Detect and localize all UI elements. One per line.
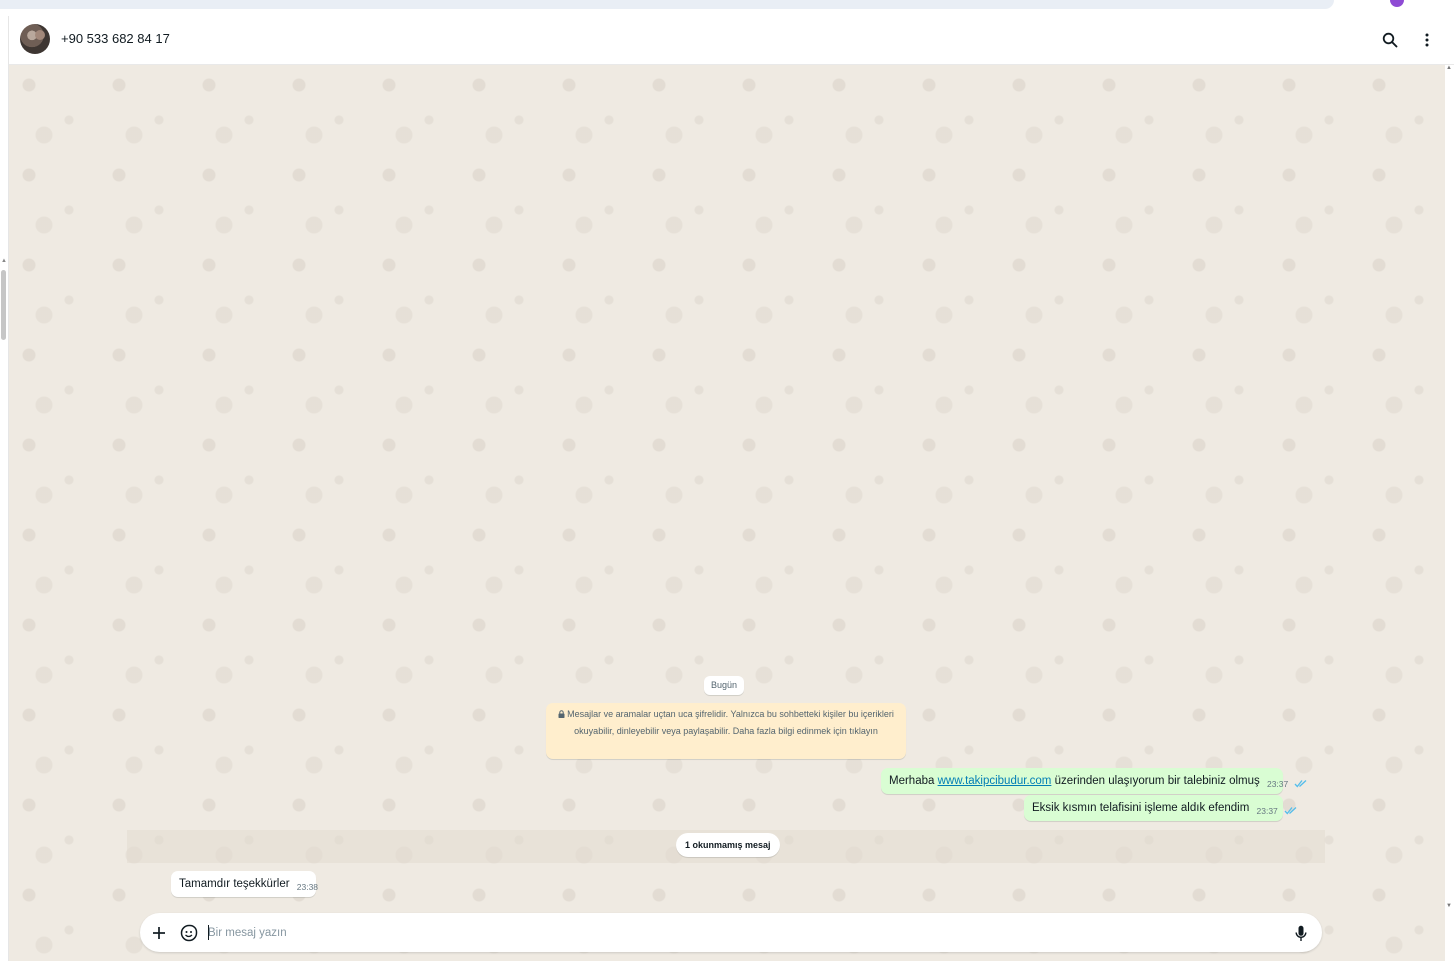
chat-header: +90 533 682 84 17: [9, 16, 1454, 65]
message-bubble-outgoing[interactable]: Eksik kısmın telafisini işleme aldık efe…: [1024, 795, 1297, 821]
message-text: Merhaba: [889, 775, 938, 787]
encryption-notice[interactable]: Mesajlar ve aramalar uçtan uca şifrelidi…: [546, 703, 906, 759]
plus-icon[interactable]: [148, 922, 170, 944]
browser-tab-bar: [0, 0, 1334, 9]
message-composer: [140, 913, 1322, 952]
scroll-up-arrow-icon[interactable]: ▲: [1, 258, 7, 264]
text-caret: [208, 925, 209, 940]
scroll-down-arrow-icon[interactable]: ▼: [1446, 903, 1452, 909]
right-scrollbar[interactable]: ▲ ▼: [1445, 65, 1454, 961]
lock-icon: [558, 707, 565, 723]
profile-badge[interactable]: [1390, 0, 1404, 7]
message-text: Eksik kısmın telafisini işleme aldık efe…: [1032, 802, 1250, 814]
search-icon[interactable]: [1379, 29, 1401, 51]
chat-message-area[interactable]: Bugün Mesajlar ve aramalar uçtan uca şif…: [9, 65, 1445, 961]
avatar[interactable]: [20, 24, 50, 54]
contact-name[interactable]: +90 533 682 84 17: [61, 31, 170, 46]
more-vertical-icon[interactable]: [1416, 29, 1438, 51]
left-scrollbar[interactable]: ▲: [0, 16, 9, 961]
encryption-notice-text: Mesajlar ve aramalar uçtan uca şifrelidi…: [567, 709, 894, 736]
message-bubble-outgoing[interactable]: Merhaba www.takipcibudur.com üzerinden u…: [881, 768, 1307, 794]
date-divider: Bugün: [704, 676, 745, 695]
scroll-up-arrow-icon[interactable]: ▲: [1446, 65, 1452, 71]
browser-top-strip: [0, 0, 1454, 16]
message-time: 23:38: [296, 882, 319, 892]
message-link[interactable]: www.takipcibudur.com: [938, 775, 1052, 787]
microphone-icon[interactable]: [1290, 922, 1312, 944]
message-bubble-incoming[interactable]: Tamamdır teşekkürler 23:38: [171, 871, 319, 897]
message-text: üzerinden ulaşıyorum bir talebiniz olmuş: [1051, 775, 1260, 787]
scroll-thumb[interactable]: [1, 270, 6, 340]
message-time: 23:37: [1256, 806, 1278, 816]
unread-divider: 1 okunmamış mesaj: [676, 833, 780, 857]
message-text: Tamamdır teşekkürler: [179, 878, 290, 890]
sticker-icon[interactable]: [178, 922, 200, 944]
message-input[interactable]: [208, 923, 1278, 942]
double-check-read-icon: [1284, 799, 1297, 825]
message-time: 23:37: [1266, 779, 1289, 789]
double-check-read-icon: [1294, 772, 1307, 798]
